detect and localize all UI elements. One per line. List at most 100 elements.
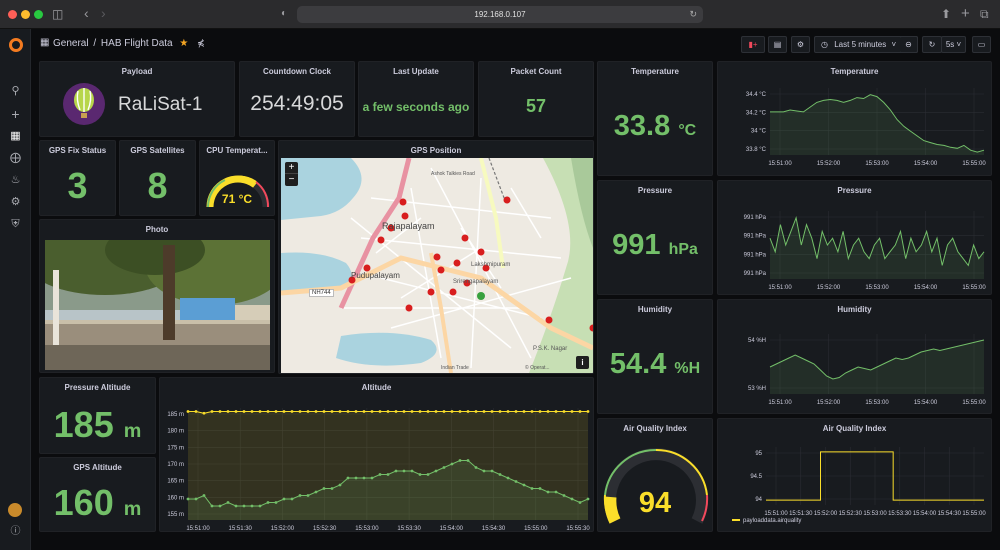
back-arrow-icon[interactable]: ‹ [84, 6, 89, 21]
new-tab-icon[interactable]: + [961, 6, 970, 21]
dashboard-settings-button[interactable]: ⚙ [791, 36, 810, 53]
x-tick-label: 15:51:30 [789, 511, 813, 517]
map-zoom-control: + − [285, 162, 298, 186]
refresh-interval-picker[interactable]: 5s ˅ [941, 36, 966, 53]
data-point [570, 497, 574, 501]
y-tick-label: 95 [755, 451, 762, 457]
x-tick-label: 15:51:00 [186, 526, 210, 532]
data-point [522, 410, 526, 413]
star-icon[interactable]: ★ [179, 38, 188, 49]
data-point [482, 469, 486, 473]
create-plus-icon[interactable]: + [0, 107, 31, 121]
tv-mode-button[interactable]: ▭ [972, 36, 991, 53]
privacy-shield-icon[interactable]: ◐ [281, 6, 287, 22]
x-tick-label: 15:53:30 [888, 511, 912, 517]
data-point [546, 410, 550, 413]
clock-icon: ◷ [821, 40, 828, 49]
data-point [282, 410, 286, 413]
map-zoom-in-button[interactable]: + [285, 162, 298, 174]
data-point [466, 410, 470, 413]
dashboard-title[interactable]: HAB Flight Data [101, 38, 173, 49]
y-tick-label: 180 m [167, 429, 184, 435]
gps-altitude-unit: m [123, 498, 142, 520]
data-point [530, 487, 534, 490]
data-point [346, 410, 350, 413]
pressure-altitude-number: 185 [53, 404, 114, 445]
last-update-panel: Last Update a few seconds ago [358, 61, 474, 137]
x-tick-label: 15:51:00 [768, 400, 792, 406]
map-zoom-out-button[interactable]: − [285, 174, 298, 186]
data-point [186, 497, 190, 501]
zoom-window-button[interactable] [34, 10, 43, 19]
series-area [770, 94, 984, 155]
y-tick-label: 991 hPa [744, 252, 767, 258]
help-icon[interactable]: ⓘ [0, 525, 31, 539]
address-bar[interactable]: 192.168.0.107 ↻ [297, 6, 703, 23]
breadcrumb-folder[interactable]: General [53, 38, 89, 49]
photo-panel: Photo [39, 219, 275, 373]
data-point [442, 410, 446, 413]
forward-arrow-icon[interactable]: › [101, 6, 106, 21]
grafana-logo-icon[interactable] [9, 38, 23, 52]
data-point [354, 476, 358, 480]
chart-legend[interactable]: payloaddata.airquality [732, 518, 801, 524]
data-point [386, 410, 390, 413]
data-point [458, 410, 462, 413]
data-point [570, 410, 574, 413]
search-icon[interactable]: ⚲ [0, 84, 31, 98]
balloon-logo-icon [63, 83, 105, 125]
map-label-pudupalayam: Pudupalayam [351, 271, 400, 280]
data-point [530, 410, 534, 413]
data-point [410, 469, 414, 473]
data-point [242, 410, 246, 413]
share-dashboard-icon[interactable]: ⋠ [197, 38, 205, 48]
data-point [458, 459, 462, 462]
map-label-lakshmipuram: Lakshmipuram [471, 262, 511, 268]
data-point [290, 497, 294, 501]
tab-overview-icon[interactable]: ⧉ [980, 6, 989, 22]
x-tick-label: 15:52:00 [817, 161, 841, 167]
map-view[interactable]: Ashok Talkies Road Rajapalayam Lakshmipu… [281, 158, 593, 373]
data-point [434, 469, 438, 473]
save-dashboard-button[interactable]: ▤ [768, 36, 787, 53]
panel-title: Payload [121, 67, 153, 76]
x-tick-label: 15:52:00 [814, 511, 838, 517]
data-point [202, 494, 206, 497]
altitude-chart-panel: Altitude 185 m 180 m 175 m 170 m 165 m 160 m1… [159, 377, 594, 532]
breadcrumb: General / HAB Flight Data ★ ⋠ [53, 38, 205, 49]
cpu-temperature-gauge [206, 175, 270, 208]
temperature-number: 33.8 [613, 110, 671, 142]
data-point [394, 469, 398, 473]
panel-title: Humidity [637, 305, 673, 314]
explore-compass-icon[interactable]: ⨁ [0, 151, 31, 165]
user-avatar[interactable] [8, 503, 22, 517]
reload-icon[interactable]: ↻ [689, 6, 697, 23]
data-point [378, 473, 382, 476]
air-quality-chart: 95 94.5 94 15:51:00 15:51:30 15:52:00 15:52:30… [750, 447, 986, 517]
configuration-gear-icon[interactable]: ⚙ [0, 195, 31, 209]
dashboards-icon[interactable]: ▦ [0, 129, 31, 143]
data-point [522, 483, 526, 487]
data-point [466, 459, 470, 462]
server-admin-shield-icon[interactable]: ⛨ [0, 217, 31, 231]
close-window-button[interactable] [8, 10, 17, 19]
minimize-window-button[interactable] [21, 10, 30, 19]
add-panel-button[interactable]: ▮+ [741, 36, 765, 53]
y-tick-label: 175 m [167, 445, 184, 451]
x-tick-label: 15:55:00 [962, 161, 986, 167]
data-point [274, 410, 278, 413]
data-point [298, 494, 302, 497]
zoom-out-time-button[interactable]: ⊖ [900, 36, 918, 53]
data-point [506, 410, 510, 413]
data-point [314, 410, 318, 413]
share-icon[interactable]: ⬆ [941, 6, 951, 22]
last-update-value: a few seconds ago [362, 100, 470, 114]
refresh-button[interactable]: ↻ [922, 36, 942, 53]
alerting-bell-icon[interactable]: ♨ [0, 173, 31, 187]
humidity-chart: 54 %H 53 %H 15:51:00 15:52:00 15:53:00 15:54:… [748, 334, 986, 406]
map-info-button[interactable]: i [576, 356, 589, 369]
temperature-value: 33.8 °C [598, 110, 712, 143]
data-point [194, 410, 198, 413]
sidebar-toggle-icon[interactable]: ◫ [52, 6, 63, 22]
data-point [258, 410, 262, 413]
